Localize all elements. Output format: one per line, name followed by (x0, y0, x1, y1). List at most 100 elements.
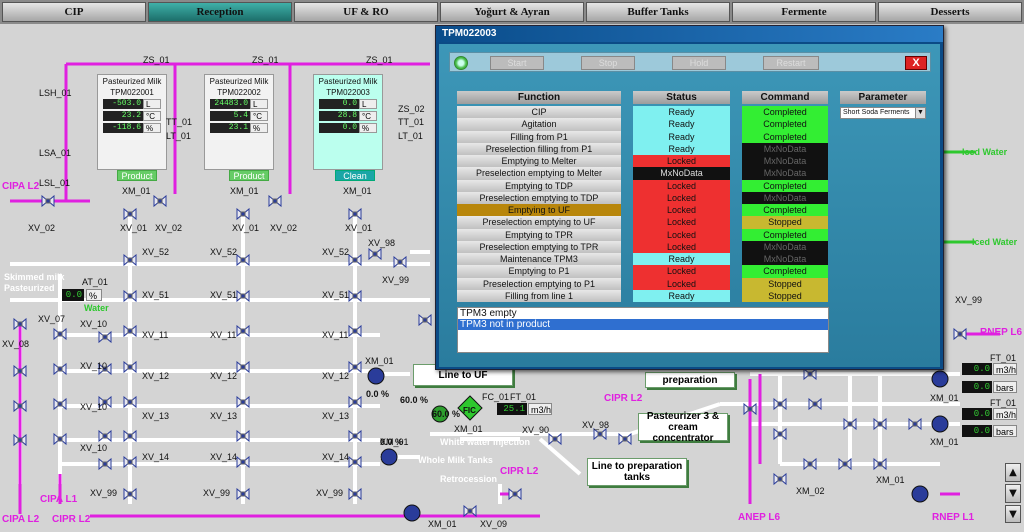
nav-tab-uf-ro[interactable]: UF & RO (294, 2, 438, 22)
restart-button[interactable]: Restart (763, 56, 819, 70)
fc-tag: FC_01 (482, 392, 510, 402)
hold-button[interactable]: Hold (672, 56, 726, 70)
tank-2-temp: 5.4 (210, 111, 250, 121)
command-cell: Stopped (742, 277, 828, 290)
tank-1-panel[interactable]: Pasteurized Milk TPM022001 -503.0 L 23.2 °… (97, 74, 167, 170)
xm-01-tag: XM_01 (454, 424, 483, 434)
stop-button[interactable]: Stop (581, 56, 635, 70)
tank-1-id: TPM022001 (110, 88, 154, 97)
fic-label: FIC (463, 406, 476, 415)
function-cell[interactable]: Emptying to UF (457, 204, 621, 217)
nav-tab-buffer-tanks[interactable]: Buffer Tanks (586, 2, 730, 22)
tank-3-level: 0.0 (319, 99, 359, 109)
tank-2-panel[interactable]: Pasteurized Milk TPM022002 24483.0 L 5.4 °… (204, 74, 274, 170)
function-cell[interactable]: Preselection emptying to P1 (457, 277, 621, 290)
function-cell[interactable]: Agitation (457, 118, 621, 131)
function-cell[interactable]: Filling from line 1 (457, 289, 621, 302)
xv-99-tag: XV_99 (203, 488, 231, 498)
tank-2-title: Pasteurized Milk (209, 77, 269, 86)
xv-13-tag: XV_13 (210, 411, 238, 421)
function-cell[interactable]: Emptying to Melter (457, 155, 621, 168)
function-cell[interactable]: Preselection emptying to UF (457, 216, 621, 229)
tank-1-state: Product (117, 170, 157, 181)
xv-10-tag: XV_10 (80, 361, 108, 371)
nav-tab-desserts[interactable]: Desserts (878, 2, 1022, 22)
pasteurizer-3-box[interactable]: Pasteurizer 3 & cream concentrator (638, 411, 728, 444)
status-cell: Ready (633, 253, 730, 266)
xm-01-tag: XM_01 (930, 393, 959, 403)
scroll-down-button[interactable]: ▼ (1005, 484, 1021, 503)
pump-icon (931, 370, 949, 388)
rnep-l6-label: RNEP L6 (980, 327, 1023, 338)
command-cell: Completed (742, 265, 828, 278)
scroll-page-button[interactable]: ▼ (1005, 505, 1021, 523)
message-item[interactable]: TPM3 empty (458, 308, 828, 319)
preparation-box[interactable]: preparation (645, 372, 735, 388)
xv-01-tag: XV_01 (232, 223, 260, 233)
command-cell: MxNoData (742, 142, 828, 155)
function-cell[interactable]: Emptying to TPR (457, 228, 621, 241)
refresh-icon[interactable] (454, 56, 468, 70)
function-cell[interactable]: Preselection filling from P1 (457, 142, 621, 155)
xm-tag: XM_01 (122, 186, 151, 196)
command-header: Command (742, 91, 828, 104)
function-column: CIP Agitation Filling from P1 Preselection … (457, 106, 621, 302)
function-cell[interactable]: Preselection emptying to Melter (457, 167, 621, 180)
right-ft2-tag: FT_01 (990, 398, 1017, 408)
xv-12-tag: XV_12 (142, 371, 170, 381)
function-cell[interactable]: Maintenance TPM3 (457, 253, 621, 266)
function-cell[interactable]: Preselection emptying to TPR (457, 240, 621, 253)
xv-10-tag: XV_10 (80, 319, 108, 329)
tank-3-percent: 0.0 (319, 123, 359, 133)
right-bar-unit: bars (993, 381, 1017, 393)
xm-01-tag: XM_01 (365, 356, 394, 366)
xv-51-tag: XV_51 (142, 290, 170, 300)
status-cell: Ready (633, 118, 730, 131)
status-cell: Ready (633, 289, 730, 302)
scroll-up-button[interactable]: ▲ (1005, 463, 1021, 482)
tank-3-panel[interactable]: Pasteurized Milk TPM022003 0.0 L 28.8 °C 0… (313, 74, 383, 170)
lsh-tag: LSH_01 (39, 88, 72, 98)
pump-icon (367, 367, 385, 385)
dialog-body: Start Stop Hold Restart X Function Statu… (439, 44, 940, 367)
parameter-select[interactable]: Short Soda Ferments ▼ (840, 107, 926, 119)
iced-water-label-1: Iced Water (962, 147, 1008, 157)
zs-tag: ZS_01 (366, 55, 393, 65)
nav-tab-cip[interactable]: CIP (2, 2, 146, 22)
xv-99-tag: XV_99 (955, 295, 983, 305)
xv-10-tag: XV_10 (80, 402, 108, 412)
xv-07-tag: XV_07 (38, 314, 66, 324)
nav-tab-fermente[interactable]: Fermente (732, 2, 876, 22)
function-cell[interactable]: Preselection emptying to TDP (457, 191, 621, 204)
tank-2-id: TPM022002 (217, 88, 261, 97)
start-button[interactable]: Start (490, 56, 544, 70)
xm-01-tag: XM_01 (876, 475, 905, 485)
close-button[interactable]: X (905, 56, 927, 70)
pump-percent: 0.0 % (366, 389, 390, 399)
message-list[interactable]: TPM3 empty TPM3 not in product (457, 307, 829, 353)
tank-3-title: Pasteurized Milk (318, 77, 378, 86)
command-cell: Completed (742, 179, 828, 192)
function-cell[interactable]: Filling from P1 (457, 130, 621, 143)
command-cell: Completed (742, 204, 828, 217)
xm-tag: XM_01 (230, 186, 259, 196)
ft-unit: m3/h (528, 403, 552, 415)
xv-52-tag: XV_52 (142, 247, 170, 257)
nav-tab-yo-urt-ayran[interactable]: Yoğurt & Ayran (440, 2, 584, 22)
tank-3-id: TPM022003 (326, 88, 370, 97)
line-to-prep-tanks-box[interactable]: Line to preparation tanks (587, 458, 687, 486)
tank-control-dialog[interactable]: TPM022003 Start Stop Hold Restart X Func… (435, 25, 944, 370)
tank-1-title: Pasteurized Milk (102, 77, 162, 86)
pasteurized-label: Pasteurized (4, 283, 55, 293)
xv-09-tag: XV_09 (480, 519, 508, 529)
xv-08-tag: XV_08 (2, 339, 30, 349)
lt-tag: LT_01 (398, 131, 423, 141)
message-item[interactable]: TPM3 not in product (458, 319, 828, 330)
function-cell[interactable]: CIP (457, 106, 621, 119)
status-cell: Locked (633, 191, 730, 204)
right-ft2-unit: m3/h (993, 408, 1017, 420)
function-cell[interactable]: Emptying to P1 (457, 265, 621, 278)
tank-3-temp: 28.8 (319, 111, 359, 121)
nav-tab-reception[interactable]: Reception (148, 2, 292, 22)
function-cell[interactable]: Emptying to TDP (457, 179, 621, 192)
